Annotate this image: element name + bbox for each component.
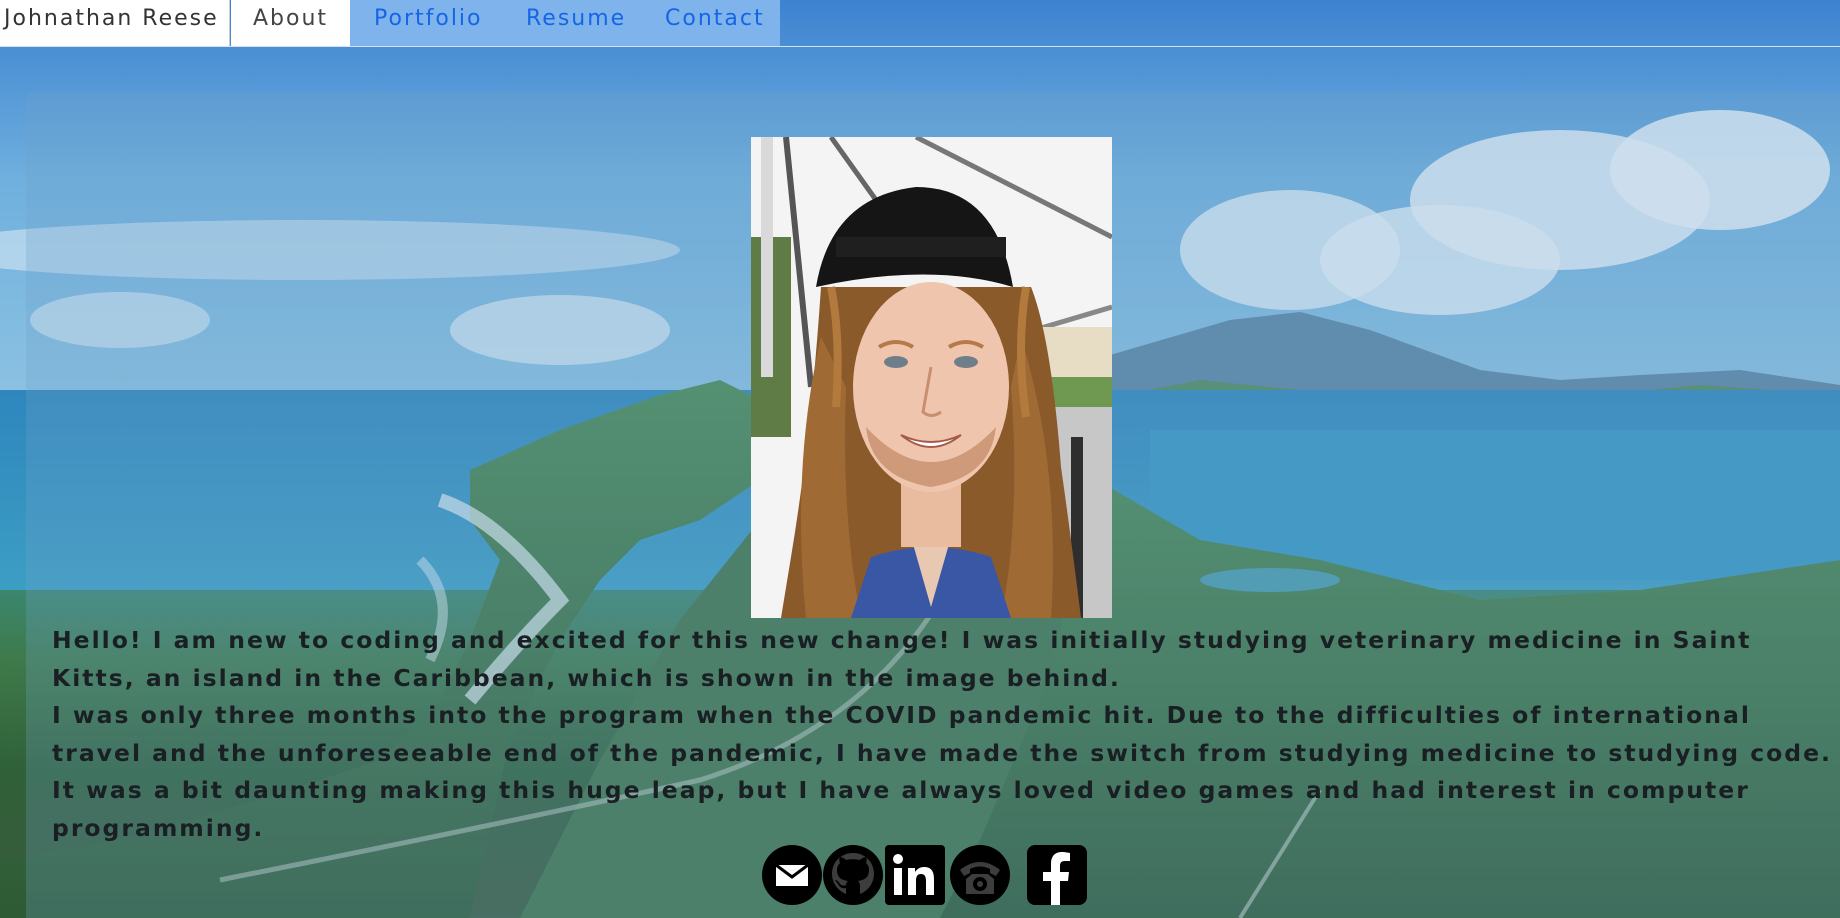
nav-links-strip: Portfolio Resume Contact (350, 0, 780, 46)
nav-item-about[interactable]: About (231, 0, 350, 46)
phone-icon[interactable] (948, 844, 1012, 906)
facebook-icon[interactable] (1026, 844, 1088, 906)
about-paragraph-1: Hello! I am new to coding and excited fo… (52, 626, 1752, 692)
social-icons (758, 844, 1088, 908)
email-icon[interactable] (760, 844, 824, 906)
navbar: Johnathan Reese About Portfolio Resume C… (0, 0, 1840, 47)
github-icon[interactable] (822, 844, 884, 906)
nav-item-portfolio[interactable]: Portfolio (374, 0, 483, 40)
nav-item-contact[interactable]: Contact (665, 0, 765, 40)
linkedin-icon[interactable] (884, 844, 946, 906)
brand-name[interactable]: Johnathan Reese (0, 0, 230, 46)
profile-photo (751, 137, 1112, 618)
about-text: Hello! I am new to coding and excited fo… (52, 622, 1832, 847)
about-paragraph-2: I was only three months into the program… (52, 701, 1832, 842)
nav-item-resume[interactable]: Resume (526, 0, 626, 40)
